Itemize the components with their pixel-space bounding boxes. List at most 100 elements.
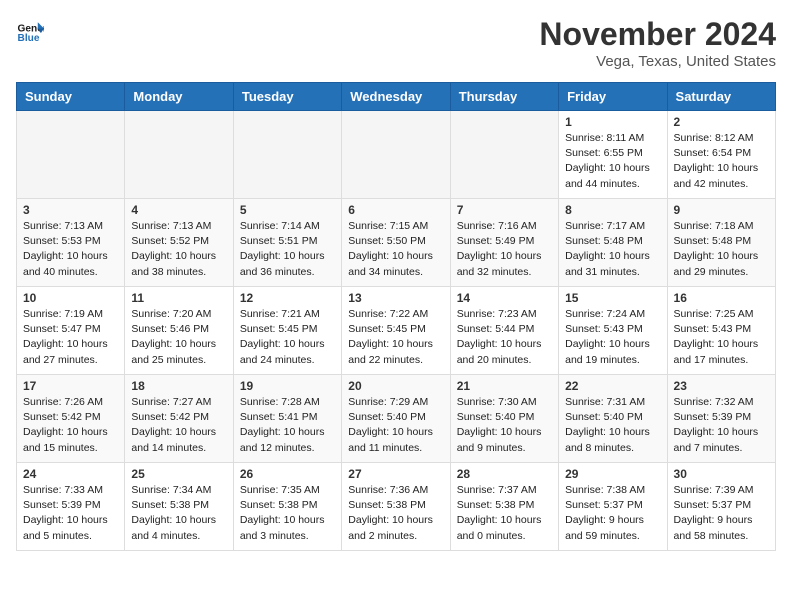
svg-text:Blue: Blue — [18, 33, 40, 44]
day-number: 15 — [565, 291, 660, 305]
calendar-cell: 10 Sunrise: 7:19 AM Sunset: 5:47 PM Dayli… — [17, 287, 125, 375]
day-number: 22 — [565, 379, 660, 393]
day-info: Sunrise: 7:26 AM Sunset: 5:42 PM Dayligh… — [23, 395, 118, 456]
day-number: 30 — [674, 467, 769, 481]
calendar-cell: 26Sunrise: 7:35 AM Sunset: 5:38 PM Dayli… — [233, 463, 341, 551]
day-number: 13 — [348, 291, 443, 305]
logo-icon: General Blue — [16, 16, 44, 44]
location: Vega, Texas, United States — [539, 53, 776, 70]
day-number: 17 — [23, 379, 118, 393]
calendar-cell: 8 Sunrise: 7:17 AM Sunset: 5:48 PM Daylig… — [559, 199, 667, 287]
day-number: 27 — [348, 467, 443, 481]
day-info: Sunrise: 7:17 AM Sunset: 5:48 PM Dayligh… — [565, 219, 660, 280]
calendar-cell: 1 Sunrise: 8:11 AM Sunset: 6:55 PM Daylig… — [559, 111, 667, 199]
day-number: 28 — [457, 467, 552, 481]
day-number: 11 — [131, 291, 226, 305]
day-number: 18 — [131, 379, 226, 393]
day-info: Sunrise: 7:13 AM Sunset: 5:53 PM Dayligh… — [23, 219, 118, 280]
weekday-header-thursday: Thursday — [450, 83, 558, 111]
calendar-cell — [342, 111, 450, 199]
day-number: 8 — [565, 203, 660, 217]
page-header: General Blue November 2024 Vega, Texas, … — [16, 16, 776, 70]
calendar-cell: 3 Sunrise: 7:13 AM Sunset: 5:53 PM Daylig… — [17, 199, 125, 287]
day-number: 21 — [457, 379, 552, 393]
day-info: Sunrise: 7:27 AM Sunset: 5:42 PM Dayligh… — [131, 395, 226, 456]
calendar-cell: 11 Sunrise: 7:20 AM Sunset: 5:46 PM Dayli… — [125, 287, 233, 375]
day-info: Sunrise: 7:18 AM Sunset: 5:48 PM Dayligh… — [674, 219, 769, 280]
day-info: Sunrise: 7:16 AM Sunset: 5:49 PM Dayligh… — [457, 219, 552, 280]
day-number: 23 — [674, 379, 769, 393]
day-info: Sunrise: 7:32 AM Sunset: 5:39 PM Dayligh… — [674, 395, 769, 456]
calendar-cell: 9 Sunrise: 7:18 AM Sunset: 5:48 PM Daylig… — [667, 199, 775, 287]
day-number: 6 — [348, 203, 443, 217]
title-area: November 2024 Vega, Texas, United States — [539, 16, 776, 70]
calendar-cell: 2 Sunrise: 8:12 AM Sunset: 6:54 PM Daylig… — [667, 111, 775, 199]
day-info: Sunrise: 7:20 AM Sunset: 5:46 PM Dayligh… — [131, 307, 226, 368]
day-number: 29 — [565, 467, 660, 481]
day-info: Sunrise: 7:15 AM Sunset: 5:50 PM Dayligh… — [348, 219, 443, 280]
day-number: 20 — [348, 379, 443, 393]
calendar-cell: 16 Sunrise: 7:25 AM Sunset: 5:43 PM Dayli… — [667, 287, 775, 375]
day-number: 3 — [23, 203, 118, 217]
calendar-cell: 13 Sunrise: 7:22 AM Sunset: 5:45 PM Dayli… — [342, 287, 450, 375]
calendar-cell: 14Sunrise: 7:23 AM Sunset: 5:44 PM Dayli… — [450, 287, 558, 375]
day-info: Sunrise: 7:33 AM Sunset: 5:39 PM Dayligh… — [23, 483, 118, 544]
day-info: Sunrise: 7:37 AM Sunset: 5:38 PM Dayligh… — [457, 483, 552, 544]
calendar-cell: 30 Sunrise: 7:39 AM Sunset: 5:37 PM Dayli… — [667, 463, 775, 551]
day-number: 9 — [674, 203, 769, 217]
calendar-cell: 5 Sunrise: 7:14 AM Sunset: 5:51 PM Daylig… — [233, 199, 341, 287]
calendar-week-3: 10 Sunrise: 7:19 AM Sunset: 5:47 PM Dayli… — [17, 287, 776, 375]
day-number: 7 — [457, 203, 552, 217]
weekday-header-monday: Monday — [125, 83, 233, 111]
day-info: Sunrise: 7:25 AM Sunset: 5:43 PM Dayligh… — [674, 307, 769, 368]
day-number: 16 — [674, 291, 769, 305]
calendar-table: SundayMondayTuesdayWednesdayThursdayFrid… — [16, 82, 776, 551]
day-info: Sunrise: 7:21 AM Sunset: 5:45 PM Dayligh… — [240, 307, 335, 368]
day-info: Sunrise: 7:23 AM Sunset: 5:44 PM Dayligh… — [457, 307, 552, 368]
calendar-cell: 28 Sunrise: 7:37 AM Sunset: 5:38 PM Dayli… — [450, 463, 558, 551]
calendar-cell: 19Sunrise: 7:28 AM Sunset: 5:41 PM Dayli… — [233, 375, 341, 463]
calendar-cell: 20 Sunrise: 7:29 AM Sunset: 5:40 PM Dayli… — [342, 375, 450, 463]
day-info: Sunrise: 8:11 AM Sunset: 6:55 PM Dayligh… — [565, 131, 660, 192]
day-info: Sunrise: 7:38 AM Sunset: 5:37 PM Dayligh… — [565, 483, 660, 544]
calendar-cell — [233, 111, 341, 199]
day-info: Sunrise: 7:19 AM Sunset: 5:47 PM Dayligh… — [23, 307, 118, 368]
calendar-cell: 27 Sunrise: 7:36 AM Sunset: 5:38 PM Dayli… — [342, 463, 450, 551]
day-info: Sunrise: 7:22 AM Sunset: 5:45 PM Dayligh… — [348, 307, 443, 368]
day-info: Sunrise: 7:34 AM Sunset: 5:38 PM Dayligh… — [131, 483, 226, 544]
calendar-week-2: 3 Sunrise: 7:13 AM Sunset: 5:53 PM Daylig… — [17, 199, 776, 287]
day-number: 24 — [23, 467, 118, 481]
calendar-cell: 29 Sunrise: 7:38 AM Sunset: 5:37 PM Dayli… — [559, 463, 667, 551]
logo: General Blue — [16, 16, 44, 44]
calendar-cell: 7 Sunrise: 7:16 AM Sunset: 5:49 PM Daylig… — [450, 199, 558, 287]
month-title: November 2024 — [539, 16, 776, 53]
day-number: 2 — [674, 115, 769, 129]
day-info: Sunrise: 7:36 AM Sunset: 5:38 PM Dayligh… — [348, 483, 443, 544]
calendar-cell: 18 Sunrise: 7:27 AM Sunset: 5:42 PM Dayli… — [125, 375, 233, 463]
day-info: Sunrise: 7:24 AM Sunset: 5:43 PM Dayligh… — [565, 307, 660, 368]
calendar-week-5: 24 Sunrise: 7:33 AM Sunset: 5:39 PM Dayli… — [17, 463, 776, 551]
day-info: Sunrise: 8:12 AM Sunset: 6:54 PM Dayligh… — [674, 131, 769, 192]
weekday-header-sunday: Sunday — [17, 83, 125, 111]
calendar-week-4: 17 Sunrise: 7:26 AM Sunset: 5:42 PM Dayli… — [17, 375, 776, 463]
day-info: Sunrise: 7:13 AM Sunset: 5:52 PM Dayligh… — [131, 219, 226, 280]
day-number: 1 — [565, 115, 660, 129]
day-number: 26 — [240, 467, 335, 481]
weekday-header-tuesday: Tuesday — [233, 83, 341, 111]
day-info: Sunrise: 7:29 AM Sunset: 5:40 PM Dayligh… — [348, 395, 443, 456]
calendar-cell: 6 Sunrise: 7:15 AM Sunset: 5:50 PM Daylig… — [342, 199, 450, 287]
day-number: 4 — [131, 203, 226, 217]
calendar-cell: 24 Sunrise: 7:33 AM Sunset: 5:39 PM Dayli… — [17, 463, 125, 551]
calendar-cell — [450, 111, 558, 199]
day-number: 25 — [131, 467, 226, 481]
weekday-header-saturday: Saturday — [667, 83, 775, 111]
day-info: Sunrise: 7:39 AM Sunset: 5:37 PM Dayligh… — [674, 483, 769, 544]
weekday-header-wednesday: Wednesday — [342, 83, 450, 111]
day-number: 10 — [23, 291, 118, 305]
calendar-cell: 4 Sunrise: 7:13 AM Sunset: 5:52 PM Daylig… — [125, 199, 233, 287]
day-number: 5 — [240, 203, 335, 217]
day-info: Sunrise: 7:14 AM Sunset: 5:51 PM Dayligh… — [240, 219, 335, 280]
calendar-cell: 17 Sunrise: 7:26 AM Sunset: 5:42 PM Dayli… — [17, 375, 125, 463]
calendar-week-1: 1 Sunrise: 8:11 AM Sunset: 6:55 PM Daylig… — [17, 111, 776, 199]
day-info: Sunrise: 7:28 AM Sunset: 5:41 PM Dayligh… — [240, 395, 335, 456]
